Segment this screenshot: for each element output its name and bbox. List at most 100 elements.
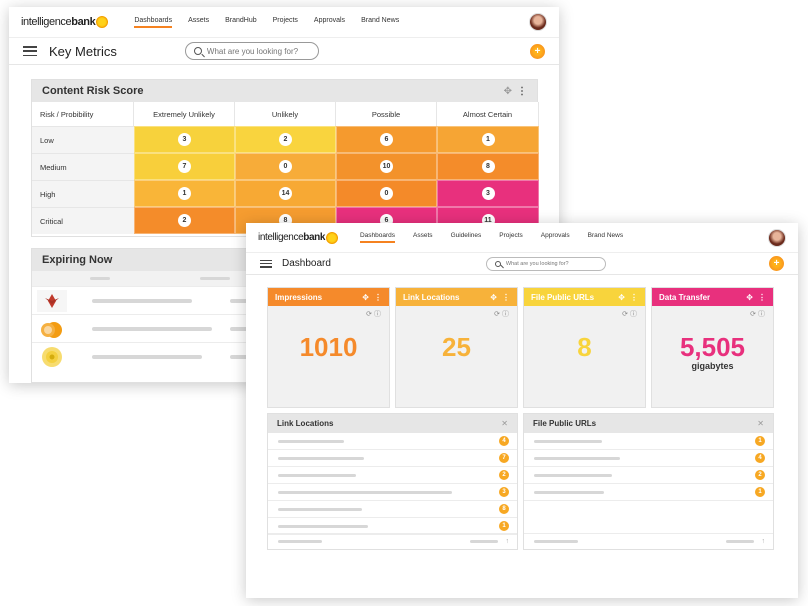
list-item[interactable]: 1	[524, 484, 773, 501]
nav-approvals[interactable]: Approvals	[314, 17, 345, 28]
menu-icon[interactable]	[23, 46, 37, 56]
risk-cell[interactable]: 3	[437, 180, 539, 207]
nav-assets[interactable]: Assets	[413, 232, 433, 243]
list-item[interactable]: 4	[524, 450, 773, 467]
info-icon[interactable]: ⓘ	[630, 311, 637, 318]
row-label: High	[32, 180, 134, 207]
text-placeholder	[278, 540, 322, 543]
risk-cell[interactable]: 7	[134, 153, 235, 180]
nav-dashboards[interactable]: Dashboards	[359, 232, 396, 243]
nav-assets[interactable]: Assets	[188, 17, 209, 28]
move-icon[interactable]: ✥	[362, 293, 369, 302]
search-icon	[494, 260, 501, 267]
close-icon[interactable]: ✕	[757, 419, 764, 428]
nav-brandhub[interactable]: BrandHub	[225, 17, 257, 28]
move-icon[interactable]: ✥	[504, 86, 512, 97]
logo-text-bold: bank	[71, 16, 96, 28]
count-badge: 0	[380, 187, 393, 200]
list-item[interactable]: 2	[524, 467, 773, 484]
kebab-menu-icon[interactable]: ⋮	[630, 293, 638, 302]
tile-tools: ⟳ ⓘ	[652, 306, 773, 320]
menu-icon[interactable]	[260, 259, 272, 268]
risk-cell[interactable]: 1	[437, 126, 539, 153]
column-header: Possible	[336, 102, 437, 126]
add-button[interactable]: +	[769, 256, 784, 271]
risk-cell[interactable]: 2	[134, 207, 235, 234]
refresh-icon[interactable]: ⟳	[494, 311, 500, 318]
nav-projects[interactable]: Projects	[499, 232, 522, 243]
kebab-menu-icon[interactable]: ⋮	[517, 86, 527, 97]
close-icon[interactable]: ✕	[501, 419, 508, 428]
refresh-icon[interactable]: ⟳	[622, 311, 628, 318]
move-icon[interactable]: ✥	[746, 293, 753, 302]
tile-value: 8	[577, 332, 592, 362]
kebab-menu-icon[interactable]: ⋮	[374, 293, 382, 302]
text-placeholder	[725, 540, 754, 543]
count-badge: 10	[380, 160, 393, 173]
sub-bar: Dashboard +	[246, 253, 798, 275]
risk-cell[interactable]: 3	[134, 126, 235, 153]
kebab-menu-icon[interactable]: ⋮	[502, 293, 510, 302]
list-item[interactable]: 8	[268, 501, 517, 518]
text-placeholder	[92, 298, 192, 303]
search-box[interactable]	[184, 42, 319, 60]
nav-brand-news[interactable]: Brand News	[361, 17, 399, 28]
nav-brand-news[interactable]: Brand News	[588, 232, 623, 243]
link-locations-list-panel: Link Locations ✕ 4 7 2 3 8 1 ↑	[267, 413, 518, 550]
main-nav: Dashboards Assets Guidelines Projects Ap…	[359, 232, 641, 243]
risk-cell[interactable]: 2	[235, 126, 336, 153]
risk-cell[interactable]: 8	[437, 153, 539, 180]
list-item[interactable]: 4	[268, 433, 517, 450]
tile-title: Data Transfer	[659, 292, 711, 302]
search-input[interactable]	[505, 260, 596, 267]
list-item[interactable]: 2	[268, 467, 517, 484]
info-icon[interactable]: ⓘ	[502, 311, 509, 318]
kebab-menu-icon[interactable]: ⋮	[758, 293, 766, 302]
refresh-icon[interactable]: ⟳	[366, 311, 372, 318]
column-header: Extremely Unlikely	[134, 102, 235, 126]
move-icon[interactable]: ✥	[490, 293, 497, 302]
info-icon[interactable]: ⓘ	[758, 311, 765, 318]
list-item[interactable]: 3	[268, 484, 517, 501]
text-placeholder	[92, 326, 212, 331]
search-box[interactable]	[485, 256, 606, 271]
risk-cell[interactable]: 14	[235, 180, 336, 207]
count-badge: 0	[279, 160, 292, 173]
tile-tools: ⟳ ⓘ	[524, 306, 645, 320]
risk-cell[interactable]: 6	[336, 126, 437, 153]
nav-dashboards[interactable]: Dashboards	[134, 17, 173, 28]
risk-cell[interactable]: 1	[134, 180, 235, 207]
add-button[interactable]: +	[530, 43, 545, 59]
text-placeholder	[534, 456, 620, 460]
count-badge: 6	[380, 133, 393, 146]
count-badge: 2	[178, 214, 191, 227]
refresh-icon[interactable]: ⟳	[750, 311, 756, 318]
arrow-up-icon[interactable]: ↑	[506, 538, 510, 545]
info-icon[interactable]: ⓘ	[374, 311, 381, 318]
count-badge: 2	[279, 133, 292, 146]
text-placeholder	[278, 490, 452, 494]
count-badge: 1	[755, 487, 765, 497]
search-input[interactable]	[206, 46, 307, 56]
column-header: Unlikely	[235, 102, 336, 126]
arrow-up-icon[interactable]: ↑	[762, 538, 766, 545]
text-placeholder	[278, 524, 368, 528]
nav-guidelines[interactable]: Guidelines	[451, 232, 482, 243]
row-label: Critical	[32, 207, 134, 234]
nav-approvals[interactable]: Approvals	[541, 232, 570, 243]
intelligencebank-logo[interactable]: intelligence bank	[258, 231, 338, 244]
user-avatar[interactable]	[768, 228, 786, 247]
intelligencebank-logo[interactable]: intelligence bank	[21, 16, 109, 28]
risk-cell[interactable]: 0	[235, 153, 336, 180]
risk-matrix: Risk / Probibility Extremely Unlikely Un…	[32, 102, 539, 234]
list-item[interactable]: 1	[524, 433, 773, 450]
count-badge: 2	[499, 470, 509, 480]
text-placeholder	[278, 439, 344, 443]
risk-cell[interactable]: 0	[336, 180, 437, 207]
count-badge: 1	[755, 436, 765, 446]
user-avatar[interactable]	[529, 13, 547, 31]
move-icon[interactable]: ✥	[618, 293, 625, 302]
risk-cell[interactable]: 10	[336, 153, 437, 180]
list-item[interactable]: 7	[268, 450, 517, 467]
nav-projects[interactable]: Projects	[273, 17, 298, 28]
